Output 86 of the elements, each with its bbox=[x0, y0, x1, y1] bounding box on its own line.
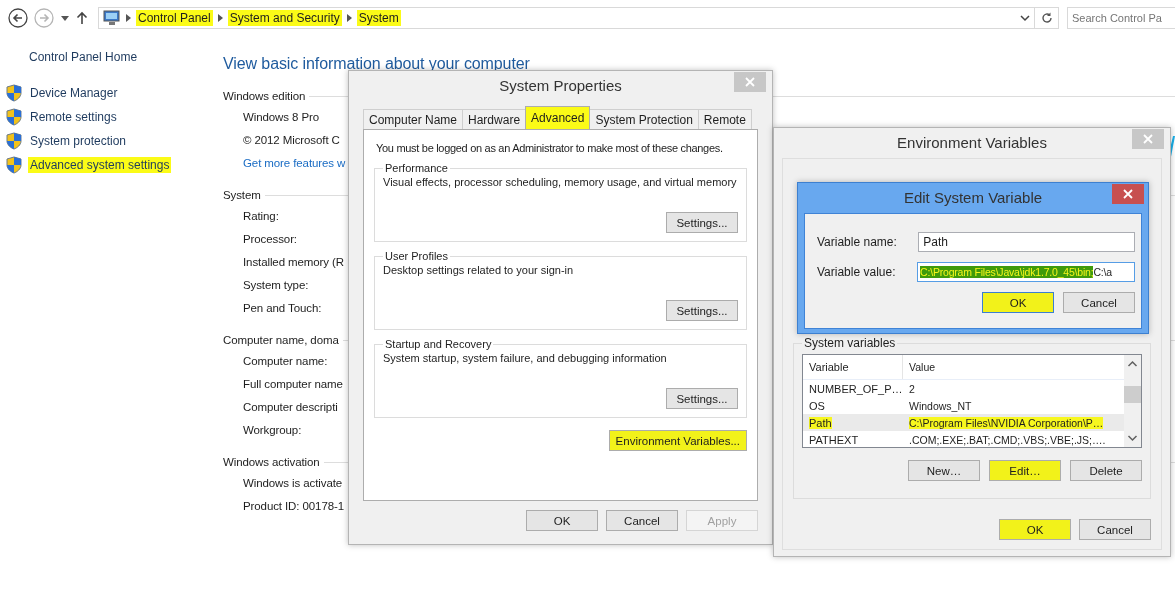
up-arrow-icon[interactable] bbox=[76, 11, 88, 25]
computer-icon bbox=[103, 10, 121, 26]
variable-row[interactable]: Path C:\Program Files\NVIDIA Corporation\P… bbox=[803, 414, 1124, 431]
sidebar-link[interactable]: Remote settings bbox=[28, 109, 119, 125]
close-icon bbox=[1123, 189, 1133, 199]
settings-button[interactable]: Settings... bbox=[666, 300, 738, 321]
breadcrumb-arrow-icon bbox=[346, 14, 352, 22]
address-bar[interactable]: Control Panel System and Security System bbox=[98, 7, 1035, 29]
dialog-title: System Properties bbox=[499, 76, 622, 96]
refresh-icon bbox=[1040, 12, 1053, 24]
dialog-button[interactable]: Cancel bbox=[1063, 292, 1135, 313]
tab[interactable]: Computer Name bbox=[363, 109, 464, 129]
group-description: Desktop settings related to your sign-in bbox=[383, 264, 574, 276]
admin-notice: You must be logged on as an Administrator to make most of these changes. bbox=[376, 142, 723, 154]
info-label: Workgroup: bbox=[243, 423, 302, 436]
search-field[interactable]: Search Control Pa bbox=[1067, 7, 1175, 29]
section-title: Computer name, doma bbox=[223, 334, 339, 346]
info-label: © 2012 Microsoft C bbox=[243, 133, 340, 146]
variable-row[interactable]: OS Windows_NT bbox=[803, 397, 1124, 414]
info-label: Pen and Touch: bbox=[243, 301, 322, 314]
breadcrumb[interactable]: System bbox=[356, 10, 401, 26]
group-title: Startup and Recovery bbox=[384, 338, 493, 350]
tab[interactable]: Advanced bbox=[525, 106, 591, 129]
sidebar-link[interactable]: System protection bbox=[28, 133, 129, 149]
variable-button[interactable]: New… bbox=[908, 460, 980, 481]
field-label: Variable name: bbox=[817, 235, 898, 249]
variable-row[interactable]: NUMBER_OF_P… 2 bbox=[803, 380, 1124, 397]
section-title: Windows edition bbox=[223, 90, 306, 102]
shield-icon bbox=[6, 84, 22, 102]
variable-value-field[interactable]: C:\Program Files\Java\jdk1.7.0_45\bin;C:\a bbox=[917, 262, 1135, 282]
dialog-button[interactable]: OK bbox=[526, 510, 598, 531]
info-label: Rating: bbox=[243, 209, 279, 222]
environment-variables-button[interactable]: Environment Variables... bbox=[608, 430, 747, 451]
sidebar-link[interactable]: Device Manager bbox=[28, 85, 120, 101]
scrollbar[interactable] bbox=[1124, 355, 1141, 447]
close-icon bbox=[745, 77, 755, 87]
group-title: User Profiles bbox=[384, 250, 449, 262]
control-panel-home-link[interactable]: Control Panel Home bbox=[29, 50, 138, 64]
variable-button[interactable]: Edit… bbox=[989, 460, 1061, 481]
column-header[interactable]: Value bbox=[909, 361, 936, 373]
info-label: Computer name: bbox=[243, 354, 328, 367]
breadcrumb[interactable]: System and Security bbox=[227, 10, 342, 26]
dialog-button[interactable]: Cancel bbox=[1079, 519, 1151, 540]
field-label: Variable value: bbox=[817, 265, 897, 279]
info-label: Processor: bbox=[243, 232, 297, 245]
info-label: Windows 8 Pro bbox=[243, 110, 320, 123]
dialog-button[interactable]: OK bbox=[982, 292, 1054, 313]
settings-button[interactable]: Settings... bbox=[666, 388, 738, 409]
group-description: Visual effects, processor scheduling, memory usage, and virtual memory bbox=[383, 176, 737, 188]
dialog-button[interactable]: OK bbox=[999, 519, 1071, 540]
group-title: Performance bbox=[384, 162, 449, 174]
info-label: Installed memory (R bbox=[243, 255, 344, 268]
breadcrumb[interactable]: Control Panel bbox=[136, 10, 213, 26]
section-title: Windows activation bbox=[223, 456, 320, 468]
section-title: System bbox=[223, 189, 261, 201]
variable-button[interactable]: Delete bbox=[1070, 460, 1142, 481]
back-icon[interactable] bbox=[8, 8, 28, 28]
variable-row[interactable]: PATHEXT .COM;.EXE;.BAT;.CMD;.VBS;.VBE;.JS;…. bbox=[803, 431, 1124, 448]
dialog-title: Edit System Variable bbox=[903, 188, 1043, 208]
info-label: Full computer name bbox=[243, 377, 343, 390]
shield-icon bbox=[6, 108, 22, 126]
close-button[interactable] bbox=[1112, 184, 1144, 204]
close-icon bbox=[1143, 134, 1153, 144]
info-label: Computer descripti bbox=[243, 400, 338, 413]
dropdown-icon[interactable] bbox=[60, 14, 70, 22]
refresh-button[interactable] bbox=[1035, 7, 1059, 29]
breadcrumb-arrow-icon bbox=[217, 14, 223, 22]
features-link[interactable]: Get more features w bbox=[243, 156, 346, 169]
tab[interactable]: Remote bbox=[697, 109, 752, 129]
info-label: Product ID: 00178-1 bbox=[243, 499, 345, 512]
group-title: System variables bbox=[803, 336, 897, 350]
column-header[interactable]: Variable bbox=[803, 355, 903, 379]
shield-icon bbox=[6, 132, 22, 150]
page-heading: View basic information about your computer bbox=[223, 55, 530, 73]
settings-button[interactable]: Settings... bbox=[666, 212, 738, 233]
breadcrumb-arrow-icon bbox=[126, 14, 131, 22]
variable-name-field[interactable]: Path bbox=[918, 232, 1135, 252]
chevron-down-icon[interactable] bbox=[1020, 14, 1030, 22]
shield-icon bbox=[6, 156, 22, 174]
sidebar-link[interactable]: Advanced system settings bbox=[28, 157, 172, 173]
group-description: System startup, system failure, and debugging information bbox=[383, 352, 667, 364]
dialog-button[interactable]: Cancel bbox=[606, 510, 678, 531]
info-label: System type: bbox=[243, 278, 309, 291]
dialog-title: Environment Variables bbox=[897, 133, 1047, 153]
info-label: Windows is activate bbox=[243, 476, 343, 489]
tab[interactable]: System Protection bbox=[589, 109, 699, 129]
